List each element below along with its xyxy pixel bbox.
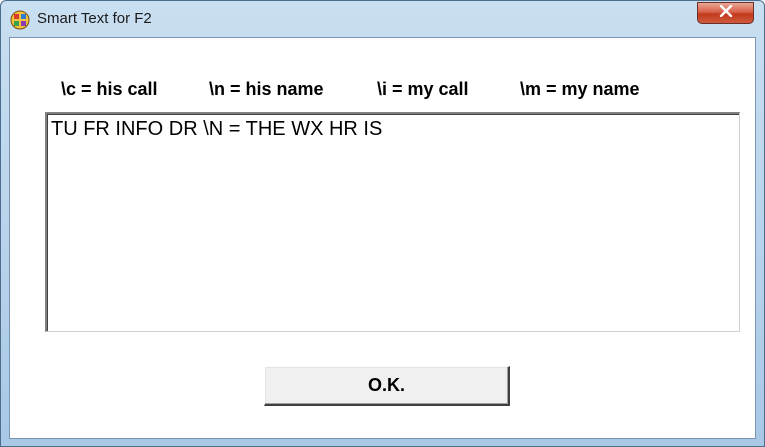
title-bar[interactable]: Smart Text for F2 (1, 1, 764, 37)
hint-my-name: \m = my name (520, 79, 640, 99)
close-icon (719, 4, 733, 22)
smart-text-edit-field[interactable]: TU FR INFO DR \N = THE WX HR IS (45, 112, 740, 332)
close-button[interactable] (697, 2, 754, 24)
hint-his-call: \c = his call (61, 79, 158, 99)
placeholder-hints: \c = his call \n = his name \i = my call… (10, 79, 755, 99)
hint-his-name: \n = his name (209, 79, 324, 99)
dialog-window: Smart Text for F2 \c = his call \n = his… (0, 0, 765, 447)
hint-my-call: \i = my call (377, 79, 469, 99)
app-icon (10, 10, 30, 30)
ok-button[interactable]: O.K. (264, 366, 510, 406)
window-title: Smart Text for F2 (37, 10, 152, 27)
dialog-client-area: \c = his call \n = his name \i = my call… (9, 37, 756, 439)
